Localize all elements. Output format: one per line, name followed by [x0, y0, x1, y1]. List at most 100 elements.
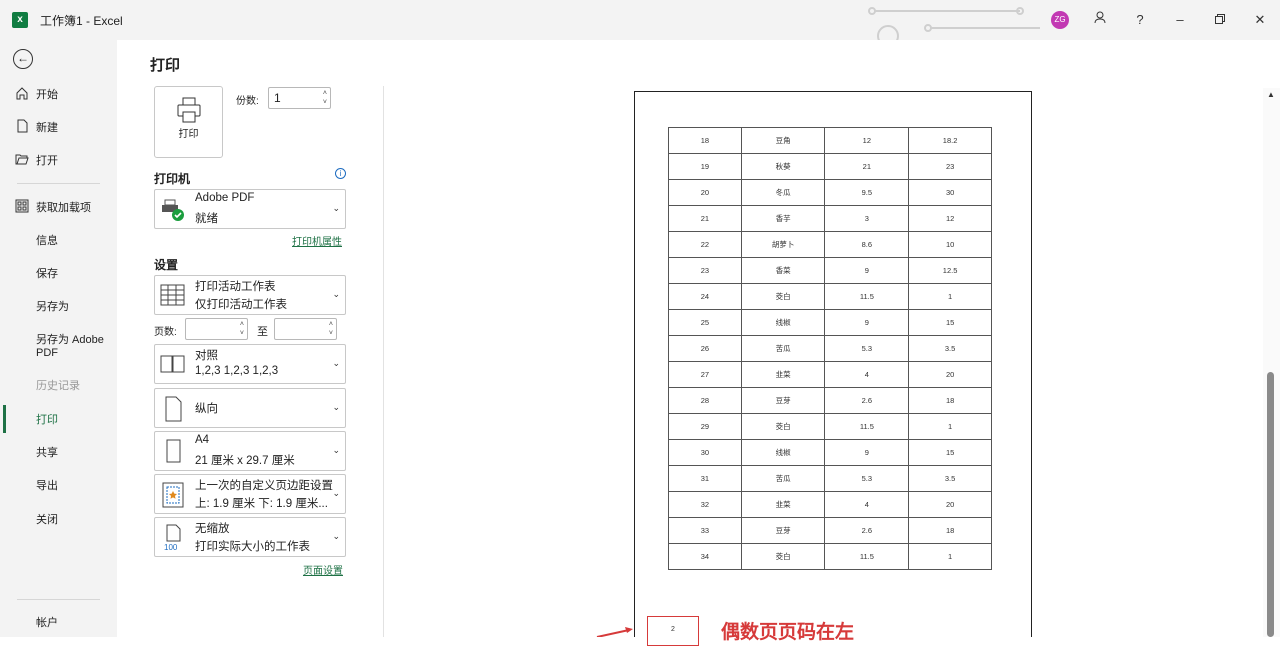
printer-ready-icon: [162, 199, 184, 221]
table-cell: 豆角: [740, 127, 826, 154]
nav-save[interactable]: 保存: [0, 259, 117, 287]
table-cell: 4: [824, 361, 910, 388]
backstage-nav: ← 开始 新建 打开 获取加载项 信息 保存 另存为 另存为 Adobe PDF…: [0, 40, 117, 637]
home-icon: [15, 86, 29, 100]
table-row: 32 韭菜 4 20: [668, 491, 992, 518]
table-cell: 30: [908, 179, 992, 206]
nav-label: 帐户: [36, 617, 58, 629]
table-cell: 苦瓜: [740, 335, 826, 362]
collate-dropdown[interactable]: 对照 1,2,3 1,2,3 1,2,3 ⌄: [154, 344, 346, 384]
nav-close[interactable]: 关闭: [0, 505, 117, 533]
page-setup-link[interactable]: 页面设置: [303, 562, 343, 577]
table-cell: 豆芽: [740, 517, 826, 544]
minimize-icon[interactable]: –: [1169, 9, 1191, 31]
table-cell: 28: [668, 387, 742, 414]
print-scope-dropdown[interactable]: 打印活动工作表 仅打印活动工作表 ⌄: [154, 275, 346, 315]
collate-desc: 1,2,3 1,2,3 1,2,3: [195, 365, 279, 377]
print-button-label: 打印: [178, 129, 199, 140]
add-ins-grid-icon: [15, 199, 29, 213]
table-cell: 香菜: [740, 257, 826, 284]
nav-account[interactable]: 帐户: [0, 608, 117, 636]
table-cell: 胡萝卜: [740, 231, 826, 258]
open-folder-icon: [15, 152, 29, 166]
table-cell: 8.6: [824, 231, 910, 258]
panel-divider: [383, 86, 384, 637]
worksheet-grid-icon: [160, 284, 185, 306]
spinner-arrows-icon[interactable]: ˄ ˅: [240, 320, 244, 338]
nav-label: 打印: [36, 414, 58, 426]
spinner-arrows-icon[interactable]: ˄ ˅: [323, 89, 327, 107]
nav-divider: [17, 599, 100, 600]
table-cell: 茭白: [740, 283, 826, 310]
nav-share[interactable]: 共享: [0, 438, 117, 466]
table-row: 20 冬瓜 9.5 30: [668, 179, 992, 206]
table-cell: 3.5: [908, 465, 992, 492]
restore-icon[interactable]: [1209, 9, 1231, 31]
orientation-dropdown[interactable]: 纵向 ⌄: [154, 388, 346, 428]
scroll-up-arrow-icon[interactable]: ▲: [1267, 90, 1275, 99]
nav-save-as-pdf[interactable]: 另存为 Adobe PDF: [0, 330, 117, 364]
nav-get-addins[interactable]: 获取加载项: [0, 193, 117, 221]
nav-print[interactable]: 打印: [0, 405, 117, 433]
chevron-down-icon: ⌄: [332, 402, 340, 412]
paper-size-dropdown[interactable]: A4 21 厘米 x 29.7 厘米 ⌄: [154, 431, 346, 471]
nav-open[interactable]: 打开: [0, 146, 117, 174]
nav-label: 信息: [36, 235, 58, 247]
table-cell: 9: [824, 309, 910, 336]
scrollbar-thumb[interactable]: [1267, 372, 1274, 637]
table-cell: 21: [824, 153, 910, 180]
margins-dropdown[interactable]: 上一次的自定义页边距设置 上: 1.9 厘米 下: 1.9 厘米... ⌄: [154, 474, 346, 514]
table-cell: 23: [668, 257, 742, 284]
table-cell: 22: [668, 231, 742, 258]
info-icon[interactable]: i: [335, 168, 346, 179]
table-cell: 29: [668, 413, 742, 440]
scaling-dropdown[interactable]: 100 无缩放 打印实际大小的工作表 ⌄: [154, 517, 346, 557]
printer-properties-link[interactable]: 打印机属性: [292, 233, 342, 248]
copies-stepper[interactable]: 1 ˄ ˅: [268, 87, 331, 109]
nav-home[interactable]: 开始: [0, 80, 117, 108]
table-cell: 9: [824, 439, 910, 466]
portrait-page-icon: [165, 396, 182, 422]
table-cell: 32: [668, 491, 742, 518]
nav-info[interactable]: 信息: [0, 226, 117, 254]
back-arrow-icon[interactable]: ←: [13, 49, 33, 69]
table-cell: 韭菜: [740, 361, 826, 388]
nav-save-as[interactable]: 另存为: [0, 292, 117, 320]
pages-from-input[interactable]: ˄ ˅: [185, 318, 248, 340]
table-cell: 茭白: [740, 543, 826, 570]
table-cell: 2.6: [824, 517, 910, 544]
pages-to-input[interactable]: ˄ ˅: [274, 318, 337, 340]
nav-new[interactable]: 新建: [0, 113, 117, 141]
table-cell: 20: [908, 361, 992, 388]
table-row: 19 秋葵 21 23: [668, 153, 992, 180]
annotation-arrow-icon: [596, 627, 633, 637]
table-row: 31 苦瓜 5.3 3.5: [668, 465, 992, 492]
nav-divider: [17, 183, 100, 184]
printer-dropdown[interactable]: Adobe PDF 就绪 ⌄: [154, 189, 346, 229]
settings-section-title: 设置: [154, 258, 179, 272]
printer-section-title: 打印机: [154, 172, 191, 186]
nav-label: 新建: [36, 122, 58, 134]
table-cell: 线椒: [740, 309, 826, 336]
close-icon[interactable]: ✕: [1249, 9, 1271, 31]
nav-export[interactable]: 导出: [0, 471, 117, 499]
table-cell: 20: [668, 179, 742, 206]
vertical-scrollbar[interactable]: ▲: [1263, 88, 1280, 637]
table-cell: 12: [824, 127, 910, 154]
comments-icon[interactable]: [1089, 9, 1111, 31]
margins-title: 上一次的自定义页边距设置: [195, 480, 333, 492]
print-button[interactable]: 打印: [154, 86, 223, 158]
circuit-decoration: [868, 7, 1040, 40]
collate-title: 对照: [195, 350, 218, 362]
table-cell: 25: [668, 309, 742, 336]
page-number-highlight: 2: [647, 616, 699, 646]
user-avatar[interactable]: ZG: [1051, 11, 1069, 29]
nav-label: 打开: [36, 155, 58, 167]
table-cell: 11.5: [824, 543, 910, 570]
help-button[interactable]: ?: [1129, 9, 1151, 31]
spinner-arrows-icon[interactable]: ˄ ˅: [329, 320, 333, 338]
table-cell: 10: [908, 231, 992, 258]
printer-icon: [177, 97, 201, 123]
chevron-down-icon: ⌄: [332, 488, 340, 498]
table-cell: 27: [668, 361, 742, 388]
